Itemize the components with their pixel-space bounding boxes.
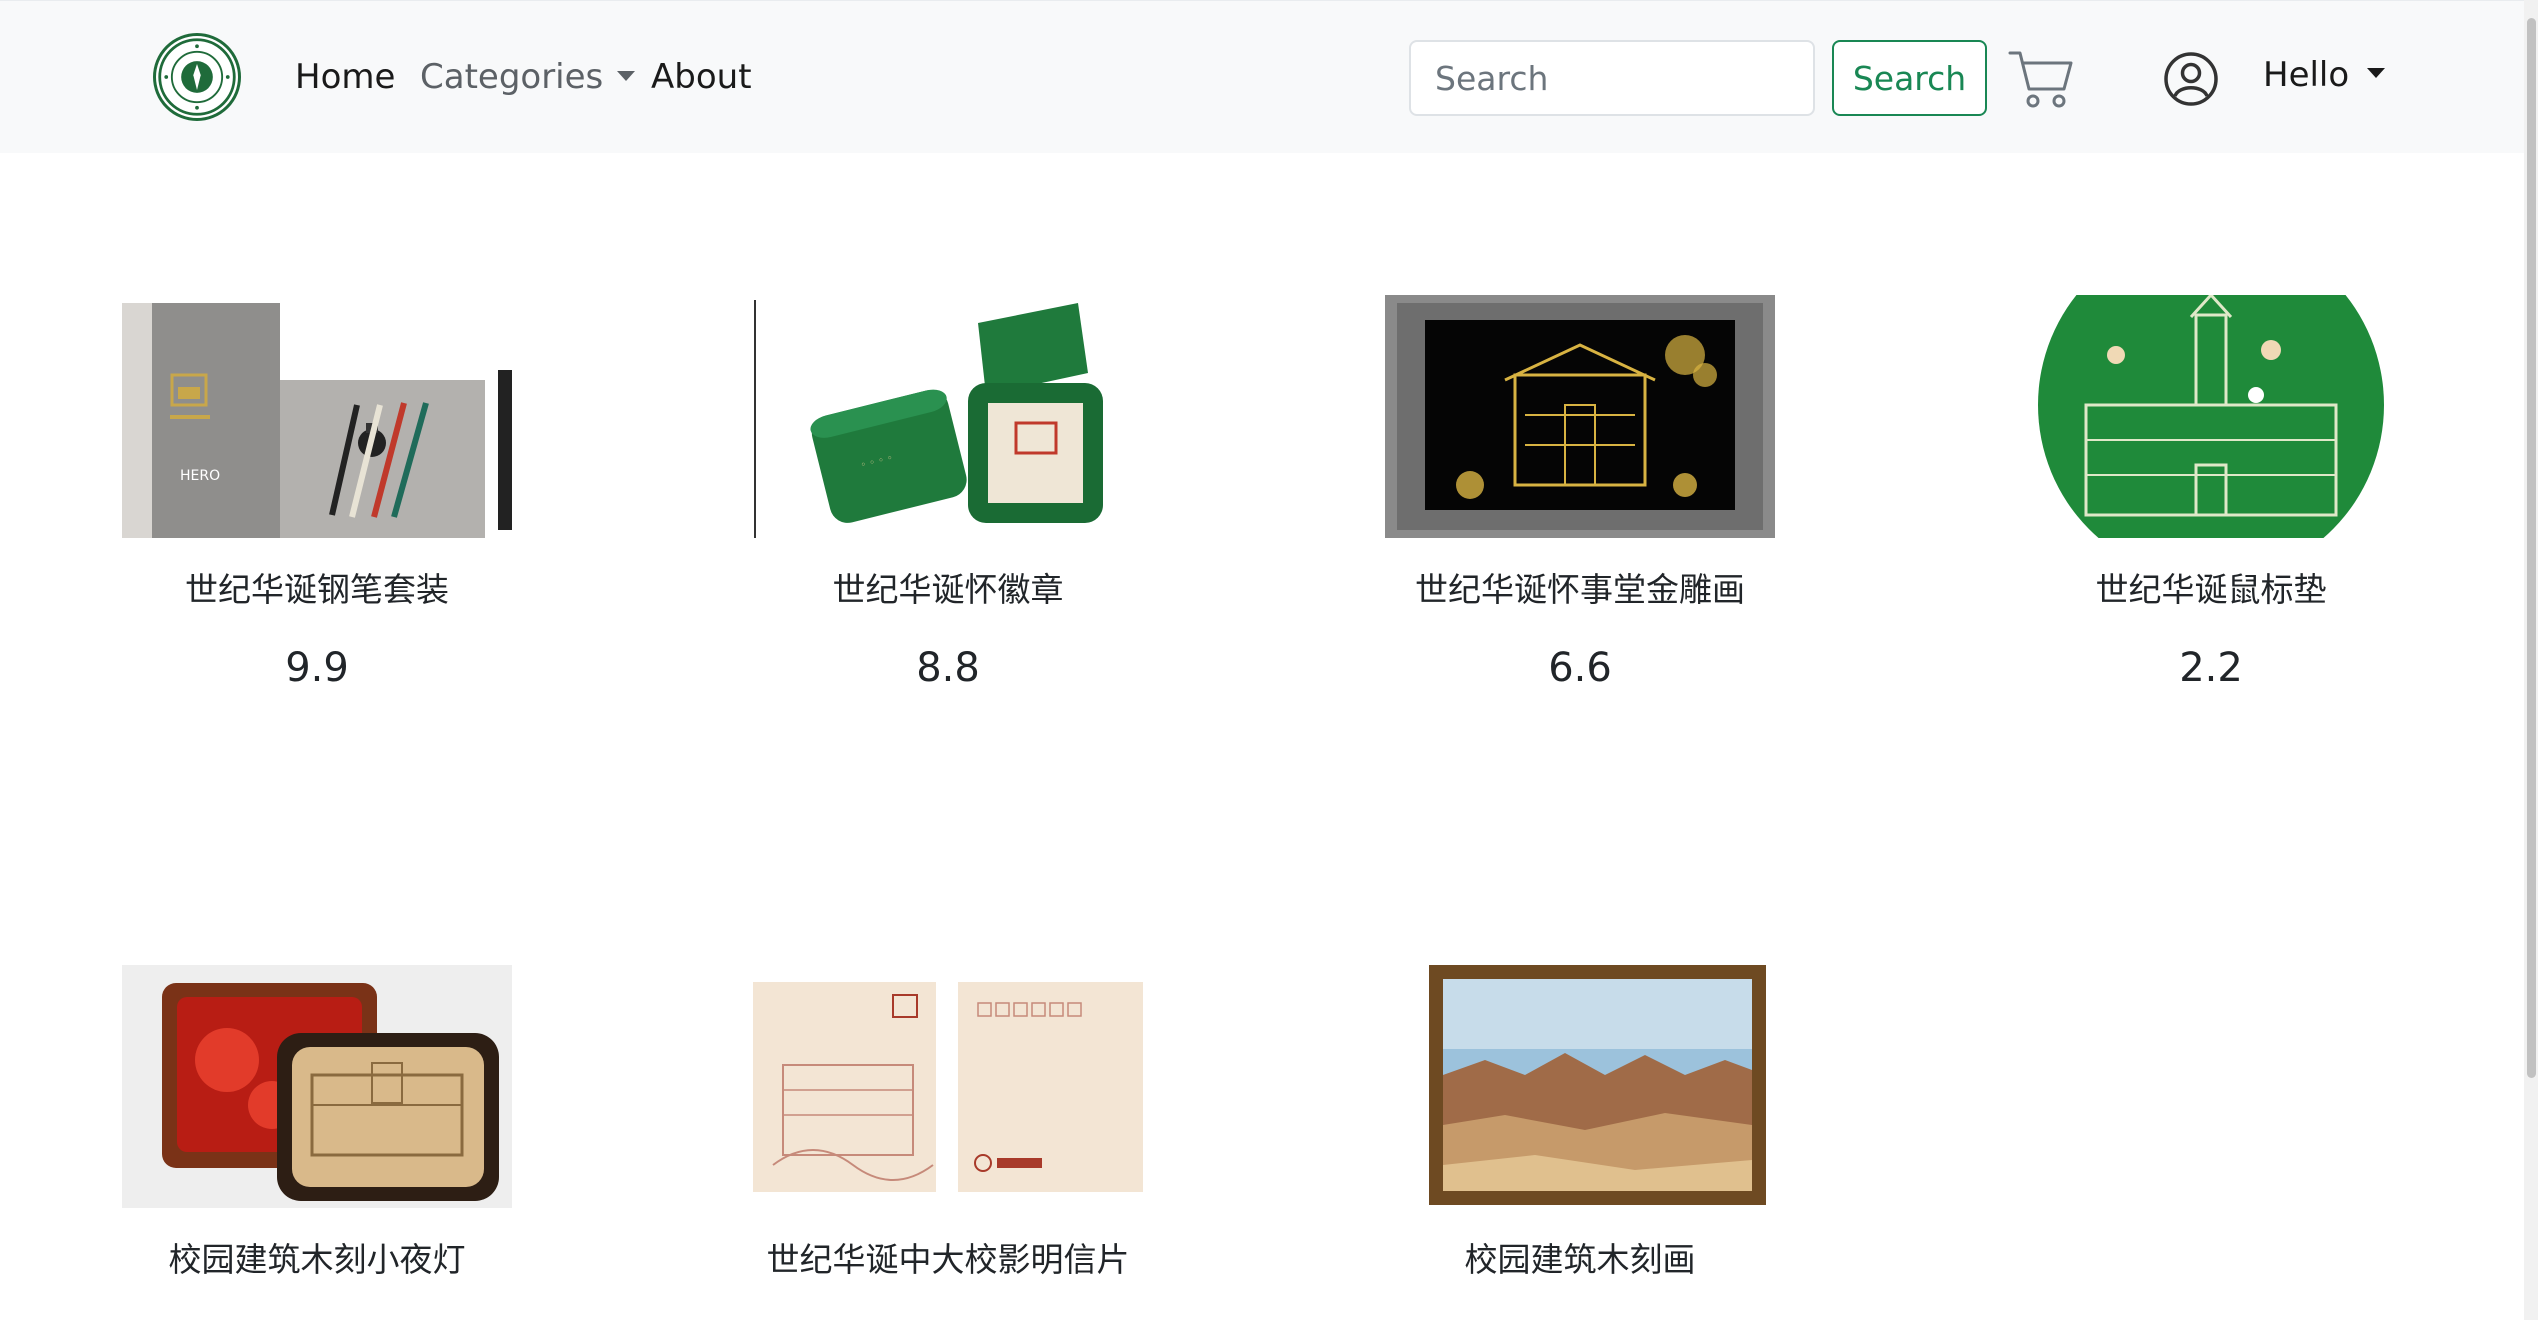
caret-down-icon bbox=[617, 70, 636, 81]
user-circle-icon[interactable] bbox=[2163, 51, 2219, 107]
search-input[interactable] bbox=[1409, 40, 1815, 116]
scrollbar-track[interactable] bbox=[2524, 0, 2538, 1320]
nav-categories-label: Categories bbox=[420, 57, 604, 97]
product-image-badge[interactable]: ◦ ◦ ◦ ◦ bbox=[753, 295, 1143, 538]
nav-categories-dropdown[interactable]: Categories bbox=[420, 51, 636, 103]
product-price: 6.6 bbox=[1548, 645, 1612, 691]
product-image-mousepad[interactable] bbox=[2016, 295, 2406, 538]
scrollbar-thumb[interactable] bbox=[2527, 18, 2536, 1078]
nav-home-link[interactable]: Home bbox=[295, 51, 395, 103]
product-name[interactable]: 世纪华诞钢笔套装 bbox=[122, 567, 512, 613]
navbar: Home Categories About Search Hello bbox=[0, 0, 2538, 153]
product-price: 8.8 bbox=[916, 645, 980, 691]
product-image-night-lamp[interactable] bbox=[122, 965, 512, 1208]
product-card[interactable]: 世纪华诞中大校影明信片 bbox=[753, 965, 1143, 1320]
sysu-logo[interactable] bbox=[153, 33, 241, 121]
product-name[interactable]: 世纪华诞怀徽章 bbox=[753, 567, 1143, 613]
hello-label: Hello bbox=[2263, 55, 2350, 95]
logo-emblem-icon bbox=[158, 38, 236, 116]
product-price: 2.2 bbox=[2179, 645, 2243, 691]
caret-down-icon bbox=[2367, 67, 2386, 78]
product-card[interactable]: 世纪华诞鼠标垫 2.2 bbox=[2016, 295, 2406, 705]
product-name[interactable]: 校园建筑木刻画 bbox=[1385, 1237, 1775, 1283]
page: Home Categories About Search Hello bbox=[0, 0, 2538, 1320]
product-image-postcards[interactable] bbox=[753, 965, 1143, 1208]
nav-about-link[interactable]: About bbox=[651, 51, 752, 103]
product-price: 9.9 bbox=[285, 645, 349, 691]
product-card[interactable]: HERO 世纪华诞钢笔套装 9.9 bbox=[122, 295, 512, 705]
svg-text:HERO: HERO bbox=[180, 468, 220, 484]
product-image-pen-set[interactable]: HERO bbox=[122, 295, 512, 538]
product-name[interactable]: 世纪华诞鼠标垫 bbox=[2016, 567, 2406, 613]
product-name[interactable]: 校园建筑木刻小夜灯 bbox=[122, 1237, 512, 1283]
product-name[interactable]: 世纪华诞怀事堂金雕画 bbox=[1385, 567, 1775, 613]
product-card[interactable]: 校园建筑木刻小夜灯 bbox=[122, 965, 512, 1320]
product-image-gold-carving[interactable] bbox=[1385, 295, 1775, 538]
cart-icon[interactable] bbox=[2007, 45, 2075, 111]
search-button[interactable]: Search bbox=[1832, 40, 1987, 116]
user-menu-dropdown[interactable]: Hello bbox=[2263, 49, 2386, 101]
product-card[interactable]: ◦ ◦ ◦ ◦ 世纪华诞怀徽章 8.8 bbox=[753, 295, 1143, 705]
product-card[interactable]: 世纪华诞怀事堂金雕画 6.6 bbox=[1385, 295, 1775, 705]
product-name[interactable]: 世纪华诞中大校影明信片 bbox=[753, 1237, 1143, 1283]
product-image-wood-carving[interactable] bbox=[1385, 965, 1775, 1208]
product-card[interactable]: 校园建筑木刻画 bbox=[1385, 965, 1775, 1320]
